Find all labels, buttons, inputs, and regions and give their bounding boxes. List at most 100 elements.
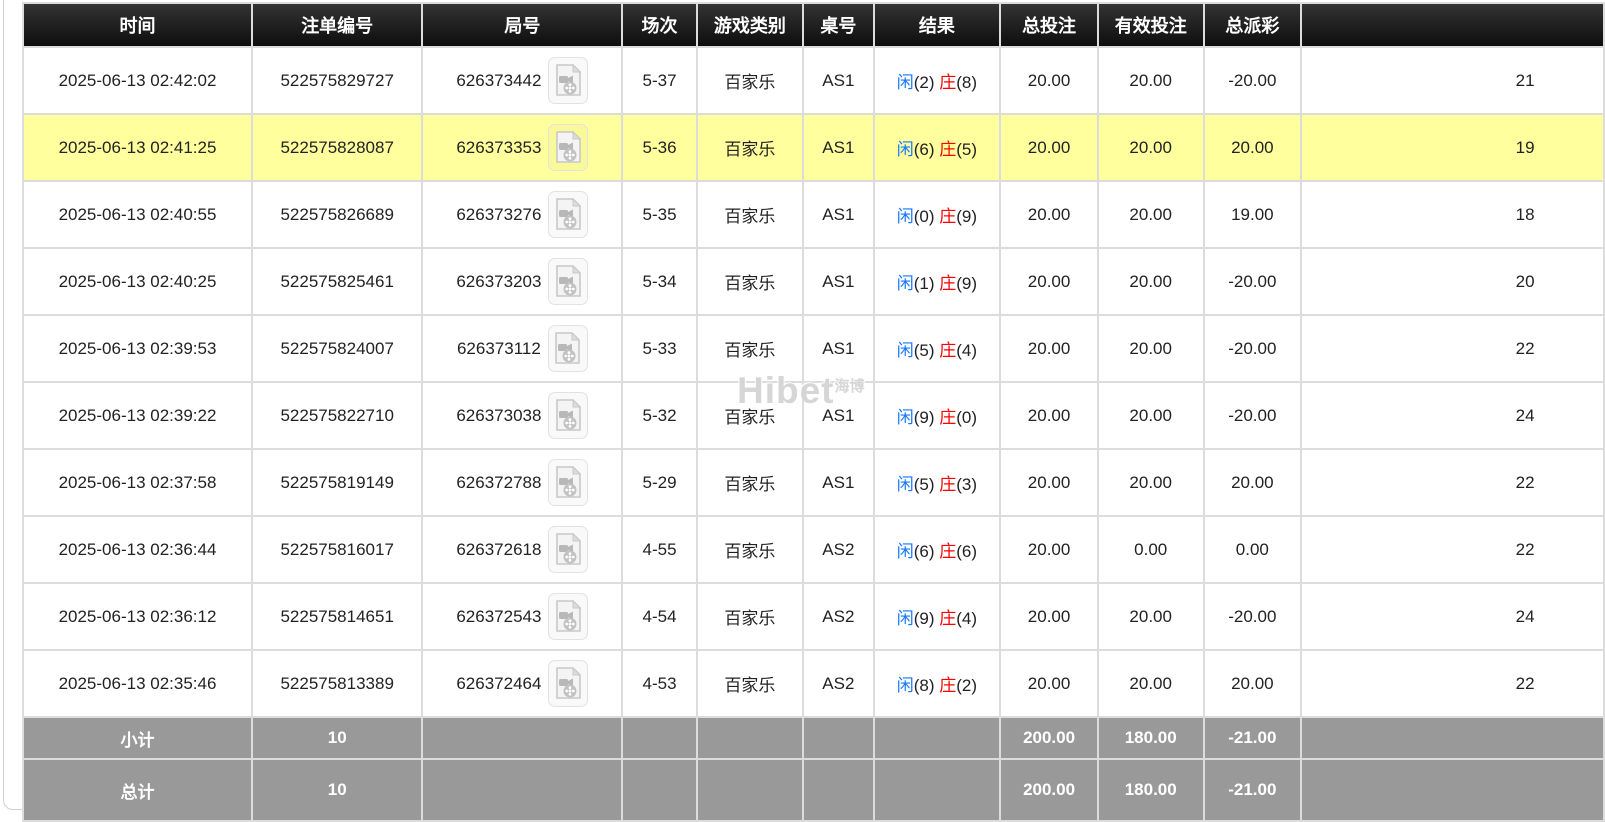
result-player-label: 闲 [896,341,914,360]
result-player-value: (1) [913,274,940,293]
result-player-value: (2) [913,73,940,92]
column-header-game: 游戏类别 [695,2,805,48]
cell-bet-id: 522575814651 [250,582,424,651]
cell-table-no: AS1 [802,113,875,182]
column-header-result: 结果 [872,2,1002,48]
video-replay-button[interactable] [548,191,589,238]
result-banker-label: 庄 [939,676,957,695]
cell-bet-id: 522575822710 [250,381,424,450]
round-id-value: 626372788 [456,472,542,492]
cell-result: 闲(6) 庄(6) [872,515,1002,584]
cell-result: 闲(5) 庄(4) [872,314,1002,383]
video-replay-button[interactable] [548,392,589,439]
result-banker-label: 庄 [939,341,957,360]
result-banker-value: (6) [956,542,978,561]
cell-table-no: AS1 [802,314,875,383]
cell-result: 闲(9) 庄(4) [872,582,1002,651]
cell-time: 2025-06-13 02:39:53 [22,314,253,383]
cell-round-id: 626373442 [421,46,624,115]
total-empty-cell [421,716,624,760]
cell-table-no: AS1 [802,381,875,450]
cell-balance: 22 [1300,649,1605,718]
table-row[interactable]: 2025-06-13 02:35:46 522575813389 626372464… [22,649,1605,718]
video-replay-button[interactable] [548,57,589,104]
cell-total-bet: 20.00 [999,448,1099,517]
total-empty-cell [695,758,805,822]
cell-session: 5-36 [621,113,698,182]
cell-bet-id: 522575816017 [250,515,424,584]
table-row[interactable]: 2025-06-13 02:40:55 522575826689 626373276… [22,180,1605,249]
cell-valid-bet: 20.00 [1096,247,1205,316]
cell-bet-id: 522575824007 [250,314,424,383]
cell-round-id: 626372543 [421,582,624,651]
cell-time: 2025-06-13 02:42:02 [22,46,253,115]
round-id-value: 626373112 [456,338,541,358]
cell-table-no: AS1 [802,448,875,517]
video-replay-button[interactable] [548,660,589,707]
cell-valid-bet: 20.00 [1096,381,1205,450]
cell-payout: -20.00 [1202,247,1303,316]
cell-table-no: AS1 [802,247,875,316]
cell-total-bet: 20.00 [999,247,1099,316]
table-row[interactable]: 2025-06-13 02:40:25 522575825461 626373203… [22,247,1605,316]
result-banker-value: (4) [956,341,978,360]
video-replay-icon [556,131,582,163]
result-player-label: 闲 [896,542,914,561]
cell-time: 2025-06-13 02:36:12 [22,582,253,651]
video-replay-button[interactable] [548,526,589,573]
result-banker-label: 庄 [939,207,957,226]
cell-total-bet: 20.00 [999,582,1099,651]
result-player-value: (0) [913,207,940,226]
video-replay-icon [556,198,582,230]
table-row[interactable]: 2025-06-13 02:41:25 522575828087 626373353… [22,113,1605,182]
video-replay-button[interactable] [548,258,589,305]
table-row[interactable]: 2025-06-13 02:39:22 522575822710 626373038… [22,381,1605,450]
cell-bet-id: 522575828087 [250,113,424,182]
cell-payout: 0.00 [1202,515,1303,584]
table-row[interactable]: 2025-06-13 02:37:58 522575819149 626372788… [22,448,1605,517]
result-player-label: 闲 [896,609,914,628]
cell-session: 5-34 [621,247,698,316]
round-id-value: 626373353 [456,137,542,157]
round-id-wrap: 626373353 [456,124,589,171]
cell-result: 闲(8) 庄(2) [872,649,1002,718]
cell-time: 2025-06-13 02:37:58 [22,448,253,517]
total-payout: -21.00 [1202,758,1303,822]
cell-game-type: 百家乐 [695,515,805,584]
result-banker-value: (0) [956,408,978,427]
video-replay-button[interactable] [548,124,589,171]
video-replay-icon [555,332,581,364]
result-player-label: 闲 [896,408,914,427]
column-header-payout: 总派彩 [1202,2,1303,48]
video-replay-button[interactable] [548,459,589,506]
cell-session: 5-29 [621,448,698,517]
result-player-value: (5) [913,341,940,360]
cell-round-id: 626372464 [421,649,624,718]
cell-round-id: 626373353 [421,113,624,182]
cell-balance: 21 [1300,46,1605,115]
total-valid-bet: 180.00 [1096,758,1205,822]
result-player-label: 闲 [896,140,914,159]
cell-result: 闲(2) 庄(8) [872,46,1002,115]
cell-payout: -20.00 [1202,381,1303,450]
table-row[interactable]: 2025-06-13 02:36:44 522575816017 626372618… [22,515,1605,584]
table-row[interactable]: 2025-06-13 02:36:12 522575814651 626372543… [22,582,1605,651]
video-replay-button[interactable] [548,593,589,640]
round-id-value: 626373038 [456,405,542,425]
cell-valid-bet: 20.00 [1096,649,1205,718]
video-replay-icon [556,64,582,96]
result-banker-value: (3) [956,475,978,494]
cell-table-no: AS1 [802,180,875,249]
video-replay-button[interactable] [547,325,588,372]
cell-session: 5-32 [621,381,698,450]
cell-payout: 20.00 [1202,113,1303,182]
round-id-value: 626373276 [456,204,542,224]
cell-session: 5-35 [621,180,698,249]
cell-game-type: 百家乐 [695,46,805,115]
cell-total-bet: 20.00 [999,113,1099,182]
total-total-bet: 200.00 [999,716,1099,760]
cell-time: 2025-06-13 02:41:25 [22,113,253,182]
total-empty-cell [872,758,1002,822]
table-row[interactable]: 2025-06-13 02:39:53 522575824007 626373112… [22,314,1605,383]
table-row[interactable]: 2025-06-13 02:42:02 522575829727 626373442… [22,46,1605,115]
